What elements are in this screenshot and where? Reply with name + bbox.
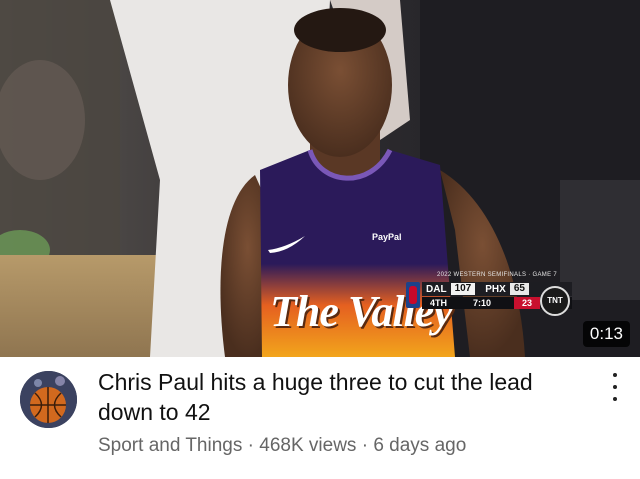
video-title[interactable]: Chris Paul hits a huge three to cut the … — [98, 367, 578, 427]
video-thumbnail[interactable]: PayPal The Valley 2022 WESTERN SEMIFINAL… — [0, 0, 640, 357]
basketball-avatar-icon — [20, 371, 77, 428]
video-meta: Chris Paul hits a huge three to cut the … — [0, 357, 640, 479]
kebab-dot — [613, 373, 617, 377]
away-team: DAL — [426, 283, 447, 295]
kebab-menu-icon[interactable] — [608, 373, 622, 401]
network-logo-icon: TNT — [540, 286, 570, 316]
upload-age: 6 days ago — [373, 435, 467, 456]
home-score: 65 — [509, 283, 529, 295]
game-clock: 7:10 — [473, 298, 492, 308]
video-duration-badge: 0:13 — [582, 321, 630, 347]
kebab-dot — [613, 397, 617, 401]
separator: · — [247, 435, 254, 456]
video-subline: Sport and Things · 468K views · 6 days a… — [98, 435, 578, 457]
separator: · — [361, 435, 369, 456]
channel-avatar[interactable] — [20, 371, 77, 428]
view-count: 468K views — [259, 435, 357, 456]
game-period: 4TH — [430, 298, 448, 308]
away-score: 107 — [450, 283, 476, 295]
channel-name[interactable]: Sport and Things — [98, 435, 242, 456]
kebab-dot — [613, 385, 617, 389]
scorebug: 2022 WESTERN SEMIFINALS · GAME 7 DAL 107… — [404, 272, 572, 316]
scorebug-title: 2022 WESTERN SEMIFINALS · GAME 7 — [437, 272, 557, 278]
nba-logo-icon — [406, 282, 420, 308]
jersey-sponsor: PayPal — [372, 232, 402, 242]
shot-clock: 23 — [513, 297, 540, 309]
home-team: PHX — [485, 283, 506, 295]
